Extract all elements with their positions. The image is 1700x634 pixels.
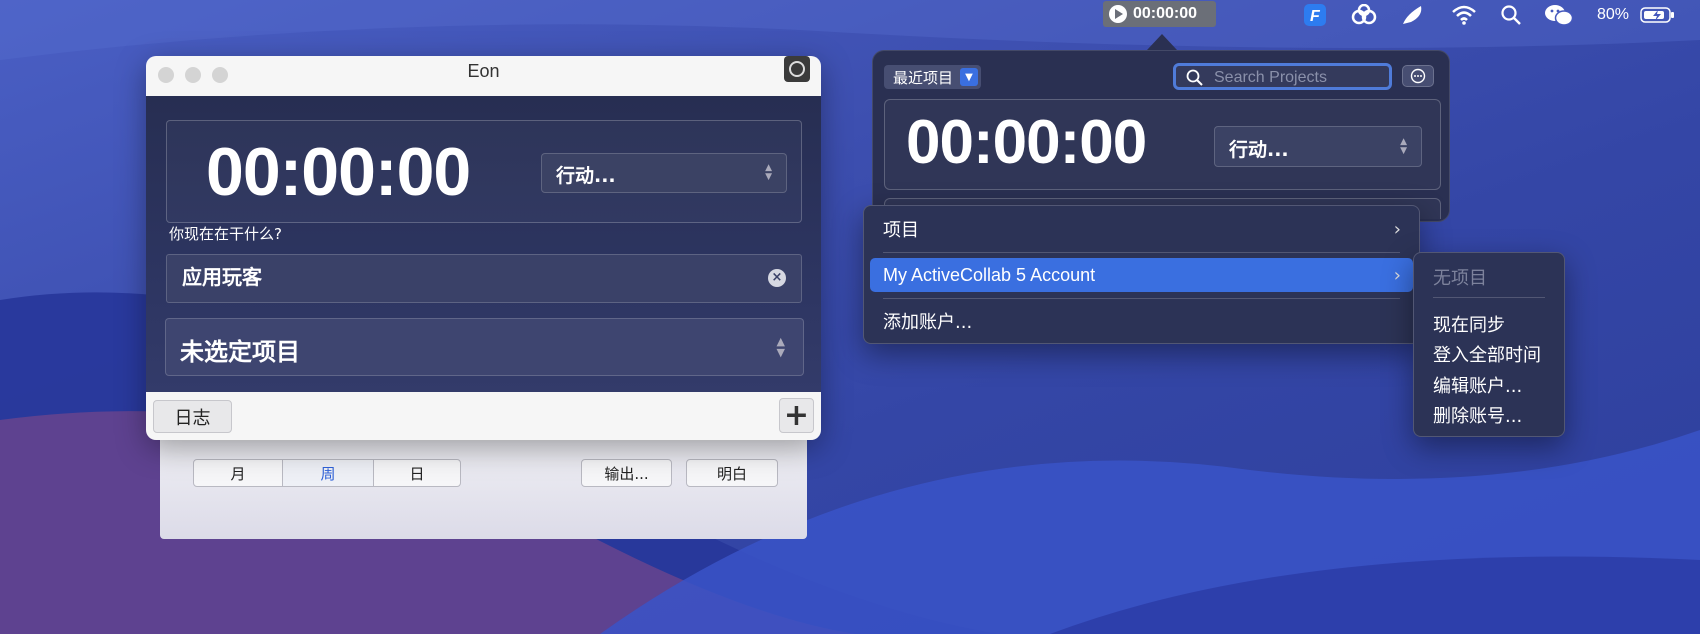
account-submenu: 无项目 现在同步 登入全部时间 编辑账户... 删除账号... bbox=[1413, 252, 1565, 437]
menu-bar: 00:00:00 F 80% bbox=[0, 0, 1700, 30]
menu-item-label: 项目 bbox=[883, 220, 919, 241]
submenu-no-projects: 无项目 bbox=[1433, 268, 1487, 289]
timer-play-icon bbox=[1109, 5, 1127, 23]
submenu-delete-account[interactable]: 删除账号... bbox=[1433, 402, 1522, 428]
submenu-login-all-time[interactable]: 登入全部时间 bbox=[1433, 341, 1541, 367]
account-menu: 项目 › My ActiveCollab 5 Account › 添加账户... bbox=[863, 205, 1420, 344]
battery-icon[interactable] bbox=[1640, 4, 1676, 26]
svg-text:F: F bbox=[1310, 8, 1321, 25]
popover-arrow bbox=[1147, 34, 1177, 50]
updown-arrows-icon: ▲ ▼ bbox=[1400, 136, 1407, 156]
popover-timer-display: 00:00:00 bbox=[906, 108, 1147, 177]
menubar-timer[interactable]: 00:00:00 bbox=[1103, 1, 1216, 27]
creative-cloud-icon[interactable] bbox=[1350, 4, 1378, 26]
menu-item-activecollab-account[interactable]: My ActiveCollab 5 Account › bbox=[870, 258, 1413, 292]
submenu-sync-now[interactable]: 现在同步 bbox=[1433, 311, 1505, 337]
menu-separator bbox=[883, 298, 1400, 299]
menu-item-projects[interactable]: 项目 › bbox=[870, 212, 1413, 246]
segment-day[interactable]: 日 bbox=[373, 459, 461, 487]
recent-projects-label: 最近项目 bbox=[893, 68, 954, 87]
wechat-icon[interactable] bbox=[1544, 4, 1574, 26]
menubar-timer-text: 00:00:00 bbox=[1133, 5, 1198, 22]
feather-icon[interactable] bbox=[1401, 4, 1425, 26]
segment-month[interactable]: 月 bbox=[193, 459, 283, 487]
log-button[interactable]: 日志 bbox=[153, 400, 232, 433]
action-popup[interactable]: 行动... ▲ ▼ bbox=[541, 153, 787, 193]
popover-action-popup[interactable]: 行动... ▲ ▼ bbox=[1214, 126, 1422, 167]
spotlight-search-icon[interactable] bbox=[1500, 4, 1522, 26]
task-input-value: 应用玩客 bbox=[182, 265, 262, 289]
timer-popover: 最近项目 ▼ 00:00:00 行动... ▲▼ bbox=[872, 50, 1450, 222]
clear-icon[interactable]: × bbox=[768, 269, 786, 287]
project-popup[interactable]: 未选定项目 ▲ ▼ bbox=[165, 318, 804, 376]
recent-projects-button[interactable]: 最近项目 ▼ bbox=[884, 65, 981, 89]
battery-percentage: 80% bbox=[1597, 6, 1630, 23]
eon-window: Eon 00:00:00 行动... ▲ ▼ 你现在在干什么? 应用玩客 × 未选… bbox=[146, 56, 821, 440]
menu-separator bbox=[883, 252, 1400, 253]
eon-content: 00:00:00 行动... ▲ ▼ 你现在在干什么? 应用玩客 × 未选定项目 … bbox=[146, 96, 821, 392]
title-bar: Eon bbox=[146, 56, 821, 96]
wifi-icon[interactable] bbox=[1451, 4, 1477, 26]
more-options-button[interactable] bbox=[1402, 65, 1434, 87]
chevron-down-icon: ▼ bbox=[960, 68, 978, 86]
search-input[interactable] bbox=[1212, 68, 1386, 88]
export-button[interactable]: 输出... bbox=[581, 459, 672, 487]
project-popup-label: 未选定项目 bbox=[180, 338, 300, 366]
search-icon bbox=[1186, 69, 1203, 86]
task-question-label: 你现在在干什么? bbox=[169, 225, 282, 243]
window-title: Eon bbox=[467, 61, 500, 81]
add-button[interactable]: + bbox=[779, 398, 814, 433]
chevron-right-icon: › bbox=[1393, 265, 1401, 286]
tomorrow-button[interactable]: 明白 bbox=[686, 459, 778, 487]
menu-separator bbox=[1433, 297, 1545, 298]
menu-item-add-account[interactable]: 添加账户... bbox=[870, 304, 1413, 338]
task-input[interactable]: 应用玩客 × bbox=[166, 254, 802, 303]
eon-toolbar: 日志 + bbox=[146, 392, 821, 440]
popover-action-label: 行动... bbox=[1229, 139, 1289, 161]
timer-display: 00:00:00 bbox=[206, 134, 471, 210]
chevron-right-icon: › bbox=[1393, 219, 1401, 240]
menu-item-label: My ActiveCollab 5 Account bbox=[883, 264, 1096, 285]
segment-week[interactable]: 周 bbox=[282, 459, 374, 487]
menu-item-label: 添加账户... bbox=[883, 312, 973, 333]
updown-arrows-icon: ▲ ▼ bbox=[776, 335, 785, 359]
updown-arrows-icon: ▲ ▼ bbox=[765, 163, 772, 182]
record-button[interactable] bbox=[784, 56, 810, 82]
ellipsis-icon bbox=[1410, 68, 1426, 84]
submenu-edit-account[interactable]: 编辑账户... bbox=[1433, 372, 1522, 398]
fantastical-icon[interactable]: F bbox=[1302, 4, 1328, 26]
action-popup-label: 行动... bbox=[556, 165, 616, 187]
project-search[interactable] bbox=[1173, 63, 1392, 90]
